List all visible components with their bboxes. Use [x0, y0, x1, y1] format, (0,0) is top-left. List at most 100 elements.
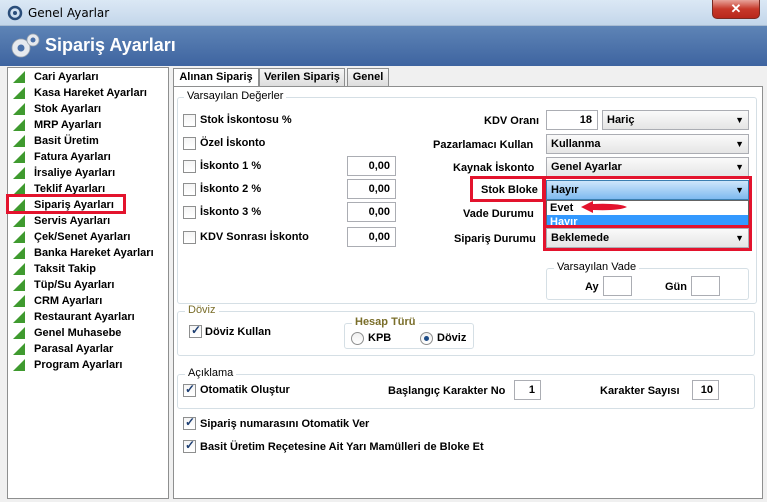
pazarlamaci-select[interactable]: Kullanma ▼ [546, 134, 749, 154]
settings-sidebar: Cari Ayarları Kasa Hareket Ayarları Stok A… [7, 67, 169, 499]
sidebar-item[interactable]: Program Ayarları [13, 357, 122, 373]
triangle-icon [13, 263, 25, 275]
sidebar-item-label: Banka Hareket Ayarları [34, 247, 154, 259]
selected-item-highlight [6, 194, 126, 214]
doviz-group-title: Döviz [185, 304, 219, 316]
sidebar-item-label: Stok Ayarları [34, 103, 102, 115]
sidebar-item[interactable]: Cari Ayarları [13, 69, 99, 85]
sidebar-item-label: Restaurant Ayarları [34, 311, 135, 323]
iskonto2-label: İskonto 2 % [200, 183, 262, 195]
pazarlamaci-value: Kullanma [551, 138, 601, 150]
basit-uretim-checkbox[interactable] [183, 438, 196, 453]
sidebar-item[interactable]: Taksit Takip [13, 261, 96, 277]
tab-panel: Varsayılan Değerler Stok İskontosu % Öze… [173, 86, 763, 499]
doviz-kullan-checkbox[interactable] [189, 323, 202, 338]
kpb-radio[interactable] [351, 332, 364, 345]
siparis-durumu-value: Beklemede [551, 232, 610, 244]
tab-genel[interactable]: Genel [347, 68, 389, 87]
page-header: Sipariş Ayarları [0, 26, 767, 66]
sidebar-item[interactable]: Fatura Ayarları [13, 149, 111, 165]
baslangic-input[interactable]: 1 [514, 380, 541, 400]
otomatik-olustur-checkbox[interactable] [183, 382, 196, 397]
option-evet[interactable]: Evet [547, 201, 748, 215]
karakter-sayisi-label: Karakter Sayısı [600, 385, 680, 397]
chevron-down-icon: ▼ [735, 233, 744, 243]
sidebar-item[interactable]: Genel Muhasebe [13, 325, 121, 341]
kaynak-iskonto-label: Kaynak İskonto [453, 162, 535, 174]
iskonto3-checkbox[interactable] [183, 206, 196, 219]
settings-window: Genel Ayarlar ✕ Sipariş Ayarları Cari Ay… [0, 0, 767, 502]
triangle-icon [13, 359, 25, 371]
kdv-mode-select[interactable]: Hariç ▼ [602, 110, 749, 130]
gun-label: Gün [665, 281, 687, 293]
stok-bloke-label: Stok Bloke [481, 184, 538, 196]
triangle-icon [13, 215, 25, 227]
ozel-iskonto-checkbox[interactable] [183, 137, 196, 150]
sidebar-item-label: Program Ayarları [34, 359, 123, 371]
sidebar-item[interactable]: Parasal Ayarlar [13, 341, 113, 357]
sidebar-item[interactable]: Çek/Senet Ayarları [13, 229, 130, 245]
sidebar-item-label: Kasa Hareket Ayarları [34, 87, 147, 99]
karakter-sayisi-input[interactable]: 10 [692, 380, 719, 400]
chevron-down-icon: ▼ [735, 185, 744, 195]
triangle-icon [13, 247, 25, 259]
iskonto1-checkbox[interactable] [183, 160, 196, 173]
tab-alinan-siparis[interactable]: Alınan Sipariş [173, 68, 259, 88]
doviz-radio[interactable] [420, 332, 433, 345]
sidebar-item[interactable]: CRM Ayarları [13, 293, 102, 309]
kdv-sonrasi-input[interactable]: 0,00 [347, 227, 396, 247]
stok-iskontosu-checkbox[interactable] [183, 114, 196, 127]
triangle-icon [13, 343, 25, 355]
siparis-no-label: Sipariş numarasını Otomatik Ver [200, 418, 370, 430]
sidebar-item[interactable]: Banka Hareket Ayarları [13, 245, 154, 261]
stok-bloke-value: Hayır [551, 184, 579, 196]
triangle-icon [13, 135, 25, 147]
siparis-no-checkbox[interactable] [183, 415, 196, 430]
iskonto2-checkbox[interactable] [183, 183, 196, 196]
varsayilan-vade-title: Varsayılan Vade [554, 261, 640, 273]
close-button[interactable]: ✕ [712, 0, 760, 19]
kdv-sonrasi-label: KDV Sonrası İskonto [200, 231, 309, 243]
red-arrow-icon [581, 201, 627, 213]
iskonto1-input[interactable]: 0,00 [347, 156, 396, 176]
tab-verilen-siparis[interactable]: Verilen Sipariş [259, 68, 345, 87]
iskonto3-input[interactable]: 0,00 [347, 202, 396, 222]
basit-uretim-label: Basit Üretim Reçetesine Ait Yarı Mamülle… [200, 441, 484, 453]
sidebar-item-label: İrsaliye Ayarları [34, 167, 116, 179]
chevron-down-icon: ▼ [735, 139, 744, 149]
triangle-icon [13, 311, 25, 323]
gun-input[interactable] [691, 276, 720, 296]
sidebar-item[interactable]: Tüp/Su Ayarları [13, 277, 114, 293]
triangle-icon [13, 279, 25, 291]
baslangic-label: Başlangıç Karakter No [388, 385, 506, 397]
doviz-kullan-label: Döviz Kullan [205, 326, 272, 338]
page-title: Sipariş Ayarları [45, 35, 176, 55]
sidebar-item-label: Cari Ayarları [34, 71, 99, 83]
sidebar-item[interactable]: Basit Üretim [13, 133, 99, 149]
iskonto2-input[interactable]: 0,00 [347, 179, 396, 199]
sidebar-item[interactable]: Kasa Hareket Ayarları [13, 85, 147, 101]
kdv-orani-input[interactable]: 18 [546, 110, 598, 130]
stok-bloke-select[interactable]: Hayır ▼ [546, 180, 749, 200]
kaynak-iskonto-select[interactable]: Genel Ayarlar ▼ [546, 157, 749, 177]
sidebar-item-label: Fatura Ayarları [34, 151, 111, 163]
vade-durumu-label: Vade Durumu [463, 208, 534, 220]
pazarlamaci-label: Pazarlamacı Kullan [433, 139, 534, 151]
window-title: Genel Ayarlar [28, 6, 110, 20]
sidebar-item[interactable]: Restaurant Ayarları [13, 309, 135, 325]
chevron-down-icon: ▼ [735, 162, 744, 172]
triangle-icon [13, 119, 25, 131]
triangle-icon [13, 151, 25, 163]
sidebar-item[interactable]: İrsaliye Ayarları [13, 165, 115, 181]
sidebar-item[interactable]: MRP Ayarları [13, 117, 101, 133]
sidebar-item[interactable]: Stok Ayarları [13, 101, 101, 117]
siparis-durumu-select[interactable]: Beklemede ▼ [546, 228, 749, 248]
ozel-iskonto-label: Özel İskonto [200, 137, 266, 149]
triangle-icon [13, 327, 25, 339]
kdv-orani-label: KDV Oranı [484, 115, 540, 127]
sidebar-item-label: Genel Muhasebe [34, 327, 122, 339]
ay-input[interactable] [603, 276, 632, 296]
kdv-sonrasi-checkbox[interactable] [183, 231, 196, 244]
sidebar-item[interactable]: Servis Ayarları [13, 213, 110, 229]
iskonto3-label: İskonto 3 % [200, 206, 262, 218]
